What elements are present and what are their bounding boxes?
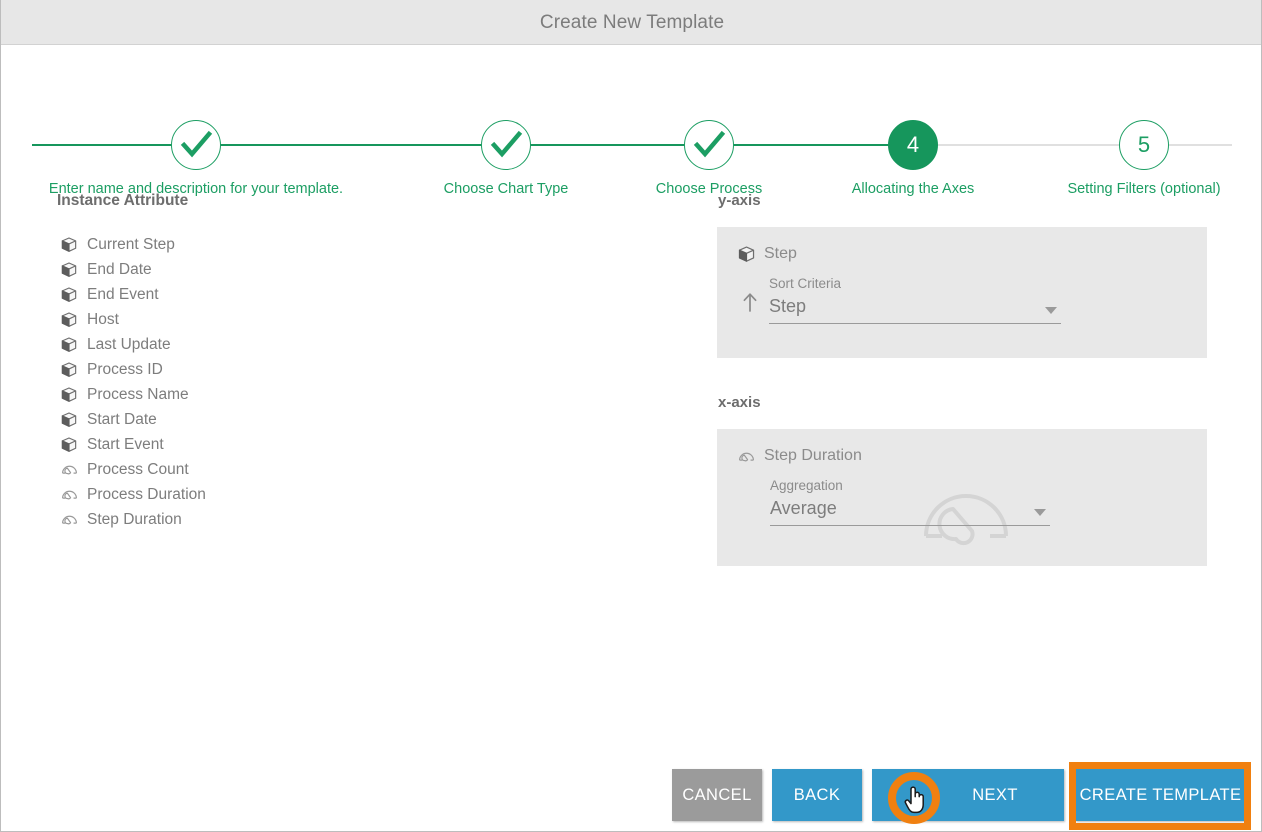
chevron-down-icon[interactable] <box>1045 307 1057 314</box>
dialog-footer: CANCEL BACK NEXT CREATE TEMPLATE <box>1 759 1261 831</box>
list-item-label: Process Name <box>87 385 189 403</box>
cube-icon <box>58 285 80 305</box>
x-axis-title: x-axis <box>718 394 761 411</box>
list-item-label: End Date <box>87 260 152 278</box>
check-icon <box>693 130 726 158</box>
stepper-step-3[interactable]: Choose Process <box>649 120 769 197</box>
aggregation-select[interactable]: Aggregation Average <box>770 477 1050 526</box>
axes-panel: y-axis Step Sort Criteria Step x-axis St… <box>717 192 1207 566</box>
gauge-icon <box>58 485 80 505</box>
y-axis-field: Step <box>735 243 1189 265</box>
aggregation-value: Average <box>770 498 837 518</box>
stepper-step-5[interactable]: 5 Setting Filters (optional) <box>1067 120 1221 197</box>
list-item-label: Start Event <box>87 435 164 453</box>
y-axis-field-label: Step <box>764 245 797 262</box>
list-item-label: Step Duration <box>87 510 182 528</box>
list-item-label: Last Update <box>87 335 171 353</box>
list-item[interactable]: End Event <box>57 282 417 307</box>
x-axis-field-label: Step Duration <box>764 447 862 464</box>
instance-attribute-title: Instance Attribute <box>57 192 189 209</box>
stepper-step-4-number: 4 <box>906 132 920 157</box>
stepper-step-3-bubble <box>684 120 734 170</box>
x-axis-field: Step Duration <box>735 445 1189 467</box>
cube-icon <box>58 360 80 380</box>
stepper-step-1-bubble <box>171 120 221 170</box>
list-item[interactable]: Last Update <box>57 332 417 357</box>
gauge-icon <box>58 460 80 480</box>
list-item[interactable]: Step Duration <box>57 507 417 532</box>
cube-icon <box>58 235 80 255</box>
create-template-dialog: Create New Template Enter name and descr… <box>0 0 1262 832</box>
y-axis-title: y-axis <box>718 192 761 209</box>
list-item[interactable]: Process Count <box>57 457 417 482</box>
cube-icon <box>58 310 80 330</box>
create-template-button-label: CREATE TEMPLATE <box>1079 785 1242 804</box>
list-item[interactable]: Process Duration <box>57 482 417 507</box>
list-item[interactable]: Start Event <box>57 432 417 457</box>
cube-icon <box>58 335 80 355</box>
cube-icon <box>58 385 80 405</box>
stepper-step-2-label: Choose Chart Type <box>443 181 569 197</box>
list-item[interactable]: Process ID <box>57 357 417 382</box>
stepper-step-2[interactable]: Choose Chart Type <box>444 120 568 197</box>
cube-icon <box>58 435 80 455</box>
cube-icon <box>58 260 80 280</box>
stepper-step-4[interactable]: 4 Allocating the Axes <box>852 120 974 197</box>
gauge-icon <box>735 446 757 466</box>
sort-criteria-select[interactable]: Sort Criteria Step <box>769 275 1061 324</box>
page-title: Create New Template <box>539 12 725 33</box>
check-icon <box>180 130 213 158</box>
stepper-step-2-bubble <box>481 120 531 170</box>
create-template-button[interactable]: CREATE TEMPLATE <box>1075 769 1246 821</box>
x-axis-card[interactable]: Step Duration Aggregation Average <box>717 429 1207 566</box>
cancel-button-label: CANCEL <box>682 785 752 804</box>
dialog-titlebar: Create New Template <box>1 0 1261 45</box>
arrow-up-icon[interactable] <box>735 291 765 324</box>
stepper-step-1[interactable]: Enter name and description for your temp… <box>49 120 343 197</box>
chevron-down-icon[interactable] <box>1034 509 1046 516</box>
sort-criteria-label: Sort Criteria <box>769 276 842 291</box>
list-item-label: End Event <box>87 285 159 303</box>
list-item[interactable]: Current Step <box>57 232 417 257</box>
aggregation-label: Aggregation <box>770 478 843 493</box>
list-item-label: Current Step <box>87 235 175 253</box>
list-item[interactable]: Host <box>57 307 417 332</box>
cube-icon <box>735 244 757 264</box>
list-item-label: Process ID <box>87 360 163 378</box>
sort-criteria-value: Step <box>769 296 807 316</box>
back-button-label: BACK <box>793 785 841 804</box>
instance-attribute-panel: Instance Attribute Current Step End Date… <box>57 192 417 532</box>
list-item[interactable]: Process Name <box>57 382 417 407</box>
gauge-icon <box>58 510 80 530</box>
list-item[interactable]: End Date <box>57 257 417 282</box>
list-item-label: Start Date <box>87 410 157 428</box>
check-icon <box>490 130 523 158</box>
back-button[interactable]: BACK <box>772 769 862 821</box>
next-button-label: NEXT <box>972 785 1018 804</box>
list-item-label: Host <box>87 310 119 328</box>
next-button[interactable]: NEXT <box>872 769 1064 821</box>
list-item[interactable]: Start Date <box>57 407 417 432</box>
stepper-step-4-bubble: 4 <box>888 120 938 170</box>
cancel-button[interactable]: CANCEL <box>672 769 762 821</box>
list-item-label: Process Duration <box>87 485 206 503</box>
stepper-step-5-bubble: 5 <box>1119 120 1169 170</box>
wizard-stepper: Enter name and description for your temp… <box>1 46 1261 197</box>
list-item-label: Process Count <box>87 460 189 478</box>
cube-icon <box>58 410 80 430</box>
y-axis-card[interactable]: Step Sort Criteria Step <box>717 227 1207 358</box>
stepper-step-5-number: 5 <box>1137 132 1151 157</box>
